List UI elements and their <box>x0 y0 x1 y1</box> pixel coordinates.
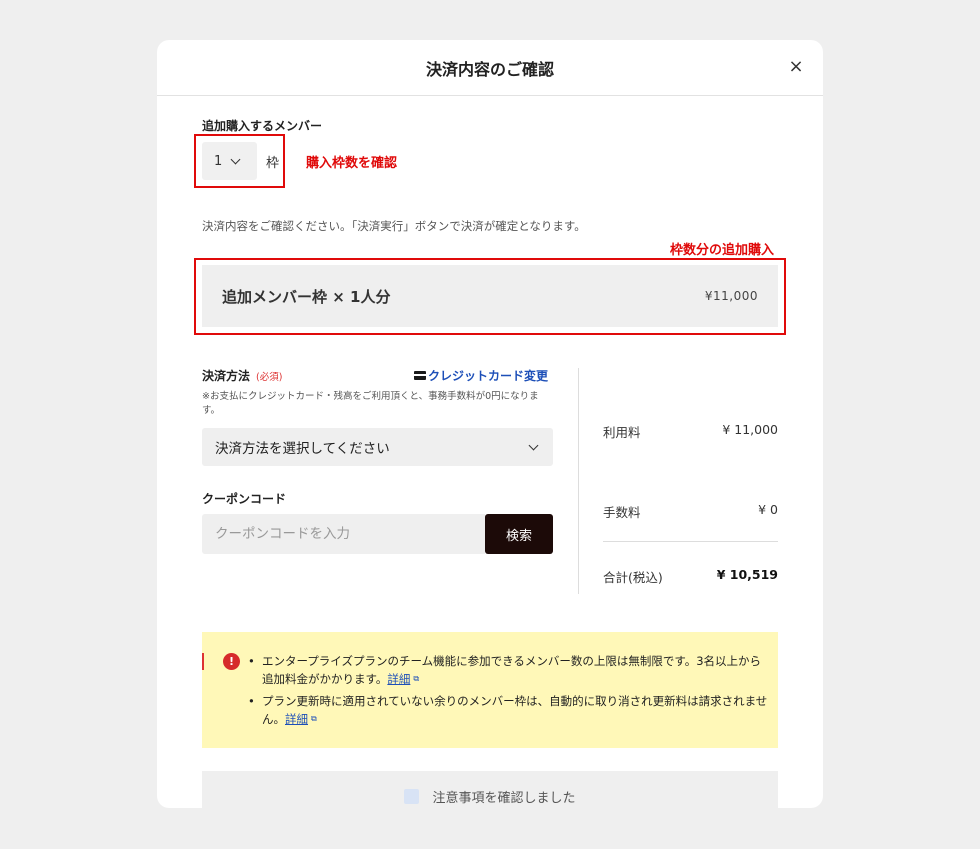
handling-fee-row: 手数料 ¥ 0 <box>603 502 778 521</box>
chevron-down-icon <box>528 440 539 450</box>
payment-method-placeholder: 決済方法を選択してください <box>215 441 390 457</box>
agree-label: 注意事項を確認しました <box>432 790 576 806</box>
column-divider <box>578 368 579 594</box>
change-card-link[interactable]: クレジットカード変更 <box>414 367 548 384</box>
agree-row[interactable]: 注意事項を確認しました <box>202 771 778 808</box>
quantity-value: 1 <box>214 153 223 169</box>
notice-item-text: エンタープライズプランのチーム機能に参加できるメンバー数の上限は無制限です。3名… <box>262 654 762 686</box>
total-row: 合計(税込) ¥ 10,519 <box>603 567 778 586</box>
close-icon[interactable]: × <box>785 56 807 78</box>
total-value: ¥ 10,519 <box>716 567 778 582</box>
notice-item-text: プラン更新時に適用されていない余りのメンバー枠は、自動的に取り消され更新料は請求… <box>262 694 768 726</box>
notice-item: プラン更新時に適用されていない余りのメンバー枠は、自動的に取り消され更新料は請求… <box>248 692 768 728</box>
usage-fee-label: 利用料 <box>603 425 641 440</box>
notice-accent-bar <box>202 653 204 670</box>
summary-title: 追加メンバー枠 × 1人分 <box>222 287 391 306</box>
usage-fee-value: ¥ 11,000 <box>722 422 778 437</box>
agree-checkbox[interactable] <box>404 788 420 804</box>
external-link-icon: ⧉ <box>413 674 420 683</box>
credit-card-icon <box>414 371 426 380</box>
alert-icon: ! <box>223 653 240 670</box>
members-label: 追加購入するメンバー <box>202 119 323 133</box>
usage-fee-row: 利用料 ¥ 11,000 <box>603 422 778 441</box>
summary-annotation: 枠数分の追加購入 <box>670 243 775 258</box>
modal-title: 決済内容のご確認 <box>425 59 554 79</box>
required-badge: (必須) <box>256 372 283 383</box>
handling-fee-value: ¥ 0 <box>758 502 778 517</box>
notice-item: エンタープライズプランのチーム機能に参加できるメンバー数の上限は無制限です。3名… <box>248 652 768 688</box>
quantity-annotation: 購入枠数を確認 <box>306 156 398 171</box>
coupon-search-button[interactable]: 検索 <box>485 514 553 554</box>
notice-list: エンタープライズプランのチーム機能に参加できるメンバー数の上限は無制限です。3名… <box>248 652 768 732</box>
chevron-down-icon <box>230 154 241 164</box>
details-link[interactable]: 詳細 <box>387 672 410 686</box>
coupon-input[interactable] <box>202 514 485 554</box>
quantity-select[interactable]: 1 <box>202 142 257 180</box>
external-link-icon: ⧉ <box>311 714 317 723</box>
details-link[interactable]: 詳細 <box>285 712 308 726</box>
payment-confirm-modal: 決済内容のご確認 × 追加購入するメンバー 1 枠 購入枠数を確認 決済内容をご… <box>157 40 823 808</box>
payment-method-select[interactable]: 決済方法を選択してください <box>202 428 553 466</box>
notice-box: ! エンタープライズプランのチーム機能に参加できるメンバー数の上限は無制限です。… <box>202 632 778 748</box>
order-summary-card: 追加メンバー枠 × 1人分 ¥11,000 <box>202 265 778 327</box>
modal-header: 決済内容のご確認 × <box>157 40 823 96</box>
summary-price: ¥11,000 <box>704 289 758 303</box>
change-card-label: クレジットカード変更 <box>428 369 549 383</box>
confirm-instructions: 決済内容をご確認ください。「決済実行」ボタンで決済が確定となります。 <box>202 219 586 233</box>
quantity-unit: 枠 <box>266 156 280 171</box>
payment-method-title: 決済方法 <box>202 369 251 383</box>
fee-divider <box>603 541 778 542</box>
total-label: 合計(税込) <box>603 570 663 585</box>
payment-method-label: 決済方法 (必須) <box>202 367 282 384</box>
payment-note: ※お支払にクレジットカード・残高をご利用頂くと、事務手数料が0円になります。 <box>202 391 539 416</box>
handling-fee-label: 手数料 <box>603 505 641 520</box>
coupon-label: クーポンコード <box>202 492 287 506</box>
